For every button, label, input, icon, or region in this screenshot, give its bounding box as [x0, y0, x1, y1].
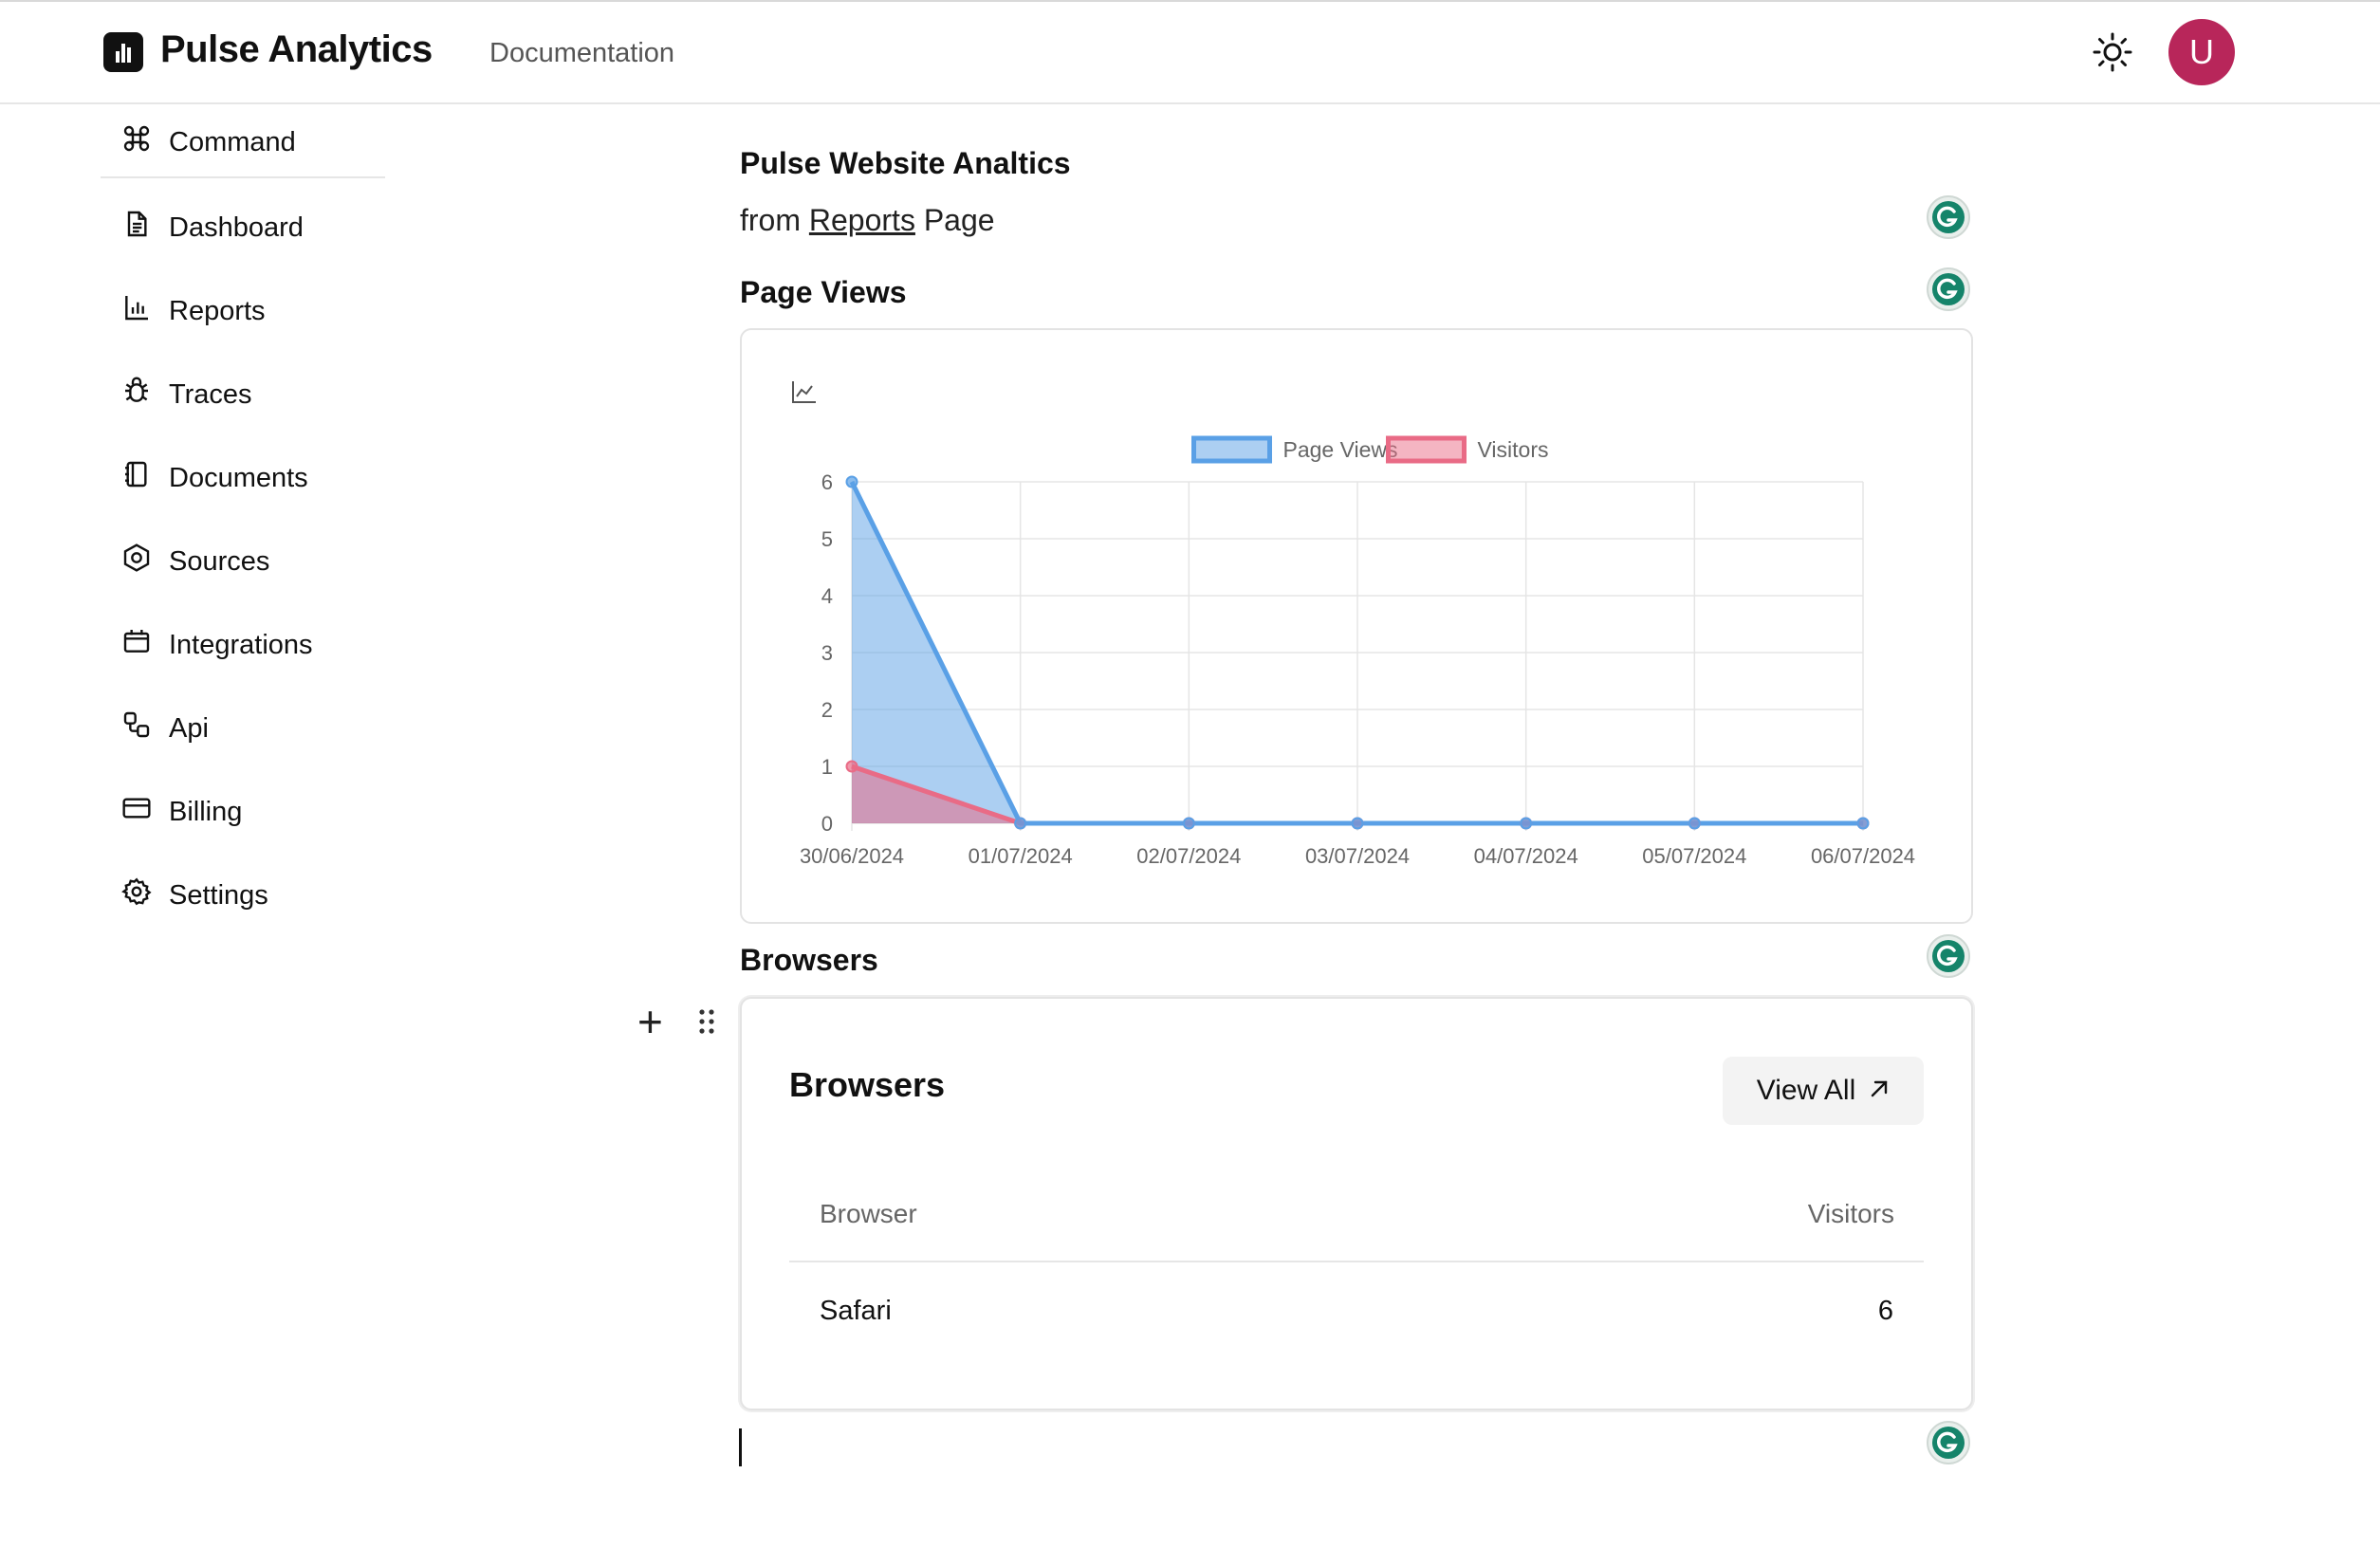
add-block-plus-icon[interactable]: + — [637, 1000, 663, 1043]
sidebar-divider — [101, 176, 385, 178]
bar-chart-icon — [121, 292, 152, 330]
chart-x-tick-label: 01/07/2024 — [969, 844, 1073, 868]
grammarly-icon[interactable] — [1926, 194, 1971, 240]
calendar-icon — [121, 626, 152, 664]
notebook-icon — [121, 459, 152, 497]
legend-item-page-views[interactable]: Page Views — [1191, 435, 1398, 464]
gear-icon — [121, 876, 152, 914]
sidebar-item-label: Dashboard — [169, 212, 304, 243]
subtitle-suffix: Page — [923, 203, 995, 237]
sidebar-item-label: Sources — [169, 545, 270, 577]
legend-label: Page Views — [1283, 437, 1398, 462]
column-header-browser[interactable]: Browser — [820, 1199, 917, 1229]
sidebar-item-documents[interactable]: Documents — [121, 457, 308, 499]
chart-point — [1182, 817, 1195, 830]
sidebar-item-label: Reports — [169, 295, 266, 326]
sidebar-item-label: Traces — [169, 378, 252, 410]
grammarly-icon[interactable] — [1926, 933, 1971, 979]
chart-point — [1014, 817, 1027, 830]
legend-label: Visitors — [1478, 437, 1549, 462]
reports-link[interactable]: Reports — [809, 203, 915, 237]
theme-toggle-sun-icon[interactable] — [2092, 31, 2133, 73]
sidebar-item-api[interactable]: Api — [121, 708, 209, 749]
table-cell-browser: Safari — [820, 1296, 892, 1326]
sidebar-item-label: Integrations — [169, 629, 313, 660]
chart-type-icon[interactable] — [792, 381, 816, 403]
chart-y-tick-label: 4 — [821, 584, 833, 608]
sidebar-item-dashboard[interactable]: Dashboard — [121, 207, 304, 249]
grammarly-icon[interactable] — [1926, 267, 1971, 312]
page-views-chart: Page Views Visitors 0 1 2 3 4 5 6 30/06/2024 01/… — [792, 381, 1915, 868]
app-title[interactable]: Pulse Analytics — [160, 28, 433, 71]
legend-swatch — [1386, 435, 1467, 464]
chart-x-tick-label: 02/07/2024 — [1136, 844, 1241, 868]
api-icon — [121, 709, 152, 747]
sidebar-item-reports[interactable]: Reports — [121, 290, 266, 332]
chart-x-tick-label: 03/07/2024 — [1305, 844, 1410, 868]
browsers-heading: Browsers — [740, 943, 878, 977]
browsers-card-title: Browsers — [789, 1065, 946, 1104]
view-all-label: View All — [1756, 1075, 1856, 1106]
table-header-divider — [789, 1261, 1924, 1262]
sidebar-item-label: Billing — [169, 796, 243, 827]
chart-point — [845, 475, 858, 488]
chart-y-tick-label: 6 — [821, 470, 833, 494]
text-cursor[interactable] — [739, 1428, 742, 1466]
sidebar-item-command[interactable]: Command — [121, 121, 296, 163]
command-icon — [121, 123, 152, 161]
logo-icon[interactable] — [103, 32, 143, 72]
sidebar-item-billing[interactable]: Billing — [121, 791, 242, 833]
sidebar-item-sources[interactable]: Sources — [121, 541, 269, 582]
arrow-up-right-icon — [1869, 1075, 1890, 1107]
column-header-visitors[interactable]: Visitors — [1808, 1199, 1894, 1229]
chart-point — [1520, 817, 1533, 830]
user-avatar[interactable]: U — [2168, 19, 2235, 85]
sidebar-item-integrations[interactable]: Integrations — [121, 624, 313, 666]
table-cell-visitors: 6 — [1877, 1296, 1893, 1326]
page-title: Pulse Website Analtics — [740, 146, 1071, 180]
chart-point — [1688, 817, 1701, 830]
drag-handle-icon[interactable] — [696, 1007, 717, 1036]
view-all-button[interactable]: View All — [1723, 1057, 1924, 1125]
sidebar-item-traces[interactable]: Traces — [121, 374, 252, 415]
chart-point — [1351, 817, 1364, 830]
documentation-link[interactable]: Documentation — [489, 38, 674, 69]
chart-y-tick-label: 2 — [821, 698, 833, 722]
chart-y-tick-label: 1 — [821, 755, 833, 779]
chart-point — [1856, 817, 1870, 830]
page-subtitle: from Reports Page — [740, 203, 995, 238]
file-text-icon — [121, 209, 152, 247]
credit-card-icon — [121, 793, 152, 831]
sidebar-item-label: Documents — [169, 462, 308, 493]
sidebar-item-label: Settings — [169, 879, 268, 911]
legend-item-visitors[interactable]: Visitors — [1386, 435, 1549, 464]
hexagon-icon — [121, 543, 152, 580]
page-views-heading: Page Views — [740, 275, 907, 309]
chart-y-tick-label: 0 — [821, 812, 833, 836]
chart-x-tick-label: 05/07/2024 — [1642, 844, 1746, 868]
page-views-chart-card: Page Views Visitors 0 1 2 3 4 5 6 30/06/2024 01/… — [740, 328, 1973, 924]
chart-y-tick-label: 3 — [821, 641, 833, 665]
legend-swatch — [1191, 435, 1272, 464]
sidebar-item-label: Command — [169, 126, 296, 157]
chart-x-tick-label: 04/07/2024 — [1474, 844, 1578, 868]
chart-x-tick-label: 06/07/2024 — [1811, 844, 1915, 868]
bug-icon — [121, 376, 152, 414]
sidebar-item-label: Api — [169, 712, 209, 744]
chart-x-tick-label: 30/06/2024 — [800, 844, 904, 868]
sidebar-item-settings[interactable]: Settings — [121, 875, 268, 916]
subtitle-prefix: from — [740, 203, 801, 237]
chart-y-tick-label: 5 — [821, 527, 833, 551]
grammarly-icon[interactable] — [1926, 1420, 1971, 1465]
chart-point — [845, 760, 858, 773]
